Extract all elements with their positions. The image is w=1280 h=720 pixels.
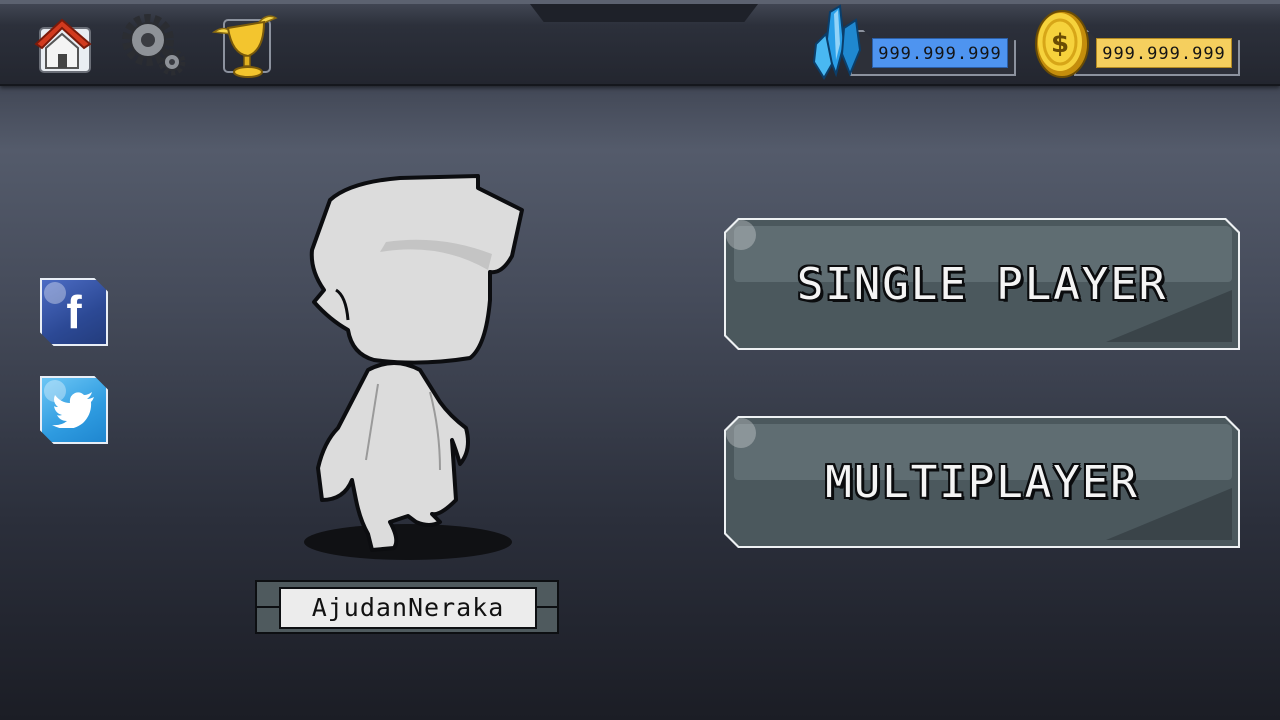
gems-value: 999.999.999 — [872, 38, 1008, 68]
character-shadow — [304, 524, 512, 560]
home-icon — [34, 18, 92, 73]
home-button[interactable] — [28, 10, 98, 80]
top-bar: 999.999.999 999.999.999 $ — [0, 0, 1280, 86]
settings-button[interactable] — [118, 10, 188, 80]
achievements-button[interactable] — [208, 10, 278, 80]
settings-gears-icon — [122, 14, 186, 76]
player-name: AjudanNeraka — [279, 587, 537, 629]
gems-counter: 999.999.999 — [810, 4, 1020, 82]
coins-value: 999.999.999 — [1096, 38, 1232, 68]
player-nameplate: AjudanNeraka — [255, 580, 559, 634]
character-avatar — [290, 170, 530, 570]
coins-counter: 999.999.999 $ — [1030, 4, 1242, 82]
multiplayer-button[interactable]: MULTIPLAYER — [724, 416, 1240, 548]
single-player-label: SINGLE PLAYER — [796, 258, 1168, 310]
svg-text:$: $ — [1051, 29, 1069, 59]
multiplayer-label: MULTIPLAYER — [825, 456, 1139, 508]
twitter-gloss — [44, 380, 66, 402]
top-bar-notch — [530, 4, 758, 22]
blue-crystal-icon — [812, 4, 862, 80]
facebook-gloss — [44, 282, 66, 304]
twitter-button[interactable] — [40, 376, 108, 444]
facebook-icon: f — [66, 286, 82, 338]
gold-coin-icon: $ — [1035, 10, 1089, 78]
trophy-icon — [211, 15, 278, 78]
single-player-button[interactable]: SINGLE PLAYER — [724, 218, 1240, 350]
facebook-button[interactable]: f — [40, 278, 108, 346]
